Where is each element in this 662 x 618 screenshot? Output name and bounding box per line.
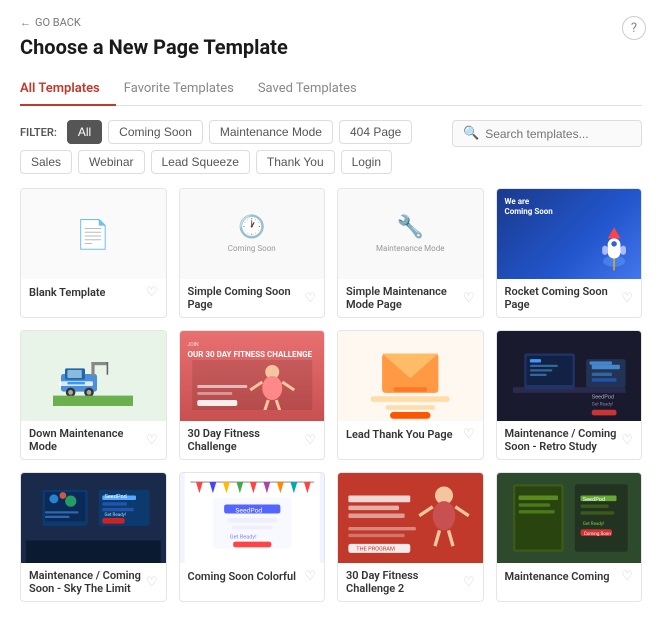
rocket-illustration xyxy=(582,220,637,275)
heart-icon-fitness[interactable]: ♡ xyxy=(304,433,316,448)
tab-favorite-templates[interactable]: Favorite Templates xyxy=(124,73,250,106)
template-card-lead-thankyou[interactable]: Lead Thank You Page ♡ xyxy=(337,330,484,460)
fitness-join-text: JOIN xyxy=(188,342,199,348)
heart-icon-rocket-coming-soon[interactable]: ♡ xyxy=(621,291,633,306)
search-icon: 🔍 xyxy=(463,126,479,141)
template-name-simple-coming-soon: Simple Coming Soon Page xyxy=(188,285,305,311)
template-thumb-blank: 📄 xyxy=(21,189,166,279)
thankyou-illustration xyxy=(338,331,483,421)
template-name-coming-colored: Coming Soon Colorful xyxy=(188,570,296,583)
template-thumb-down-maintenance xyxy=(21,331,166,421)
template-card-mc-sky[interactable]: SeedPod Get Ready! Maintenance / Coming … xyxy=(20,472,167,602)
retro-illustration: SeedPod Get Ready! xyxy=(497,331,642,421)
templates-grid: 📄 Blank Template ♡ 🕐 Coming Soon Simple … xyxy=(20,188,642,602)
heart-icon-fitness2[interactable]: ♡ xyxy=(463,575,475,590)
template-name-fitness: 30 Day Fitness Challenge xyxy=(188,427,305,453)
template-card-simple-maintenance[interactable]: 🔧 Maintenance Mode Simple Maintenance Mo… xyxy=(337,188,484,318)
filter-webinar[interactable]: Webinar xyxy=(78,150,144,174)
coming-soon-label: Coming Soon xyxy=(228,244,276,253)
filter-404[interactable]: 404 Page xyxy=(339,120,412,144)
template-name-down-maintenance: Down Maintenance Mode xyxy=(29,427,146,453)
template-thumb-lead-thankyou xyxy=(338,331,483,421)
template-name-fitness2: 30 Day Fitness Challenge 2 xyxy=(346,569,463,595)
heart-icon-mc-sky[interactable]: ♡ xyxy=(146,575,158,590)
page-title: Choose a New Page Template xyxy=(20,35,642,59)
heart-icon-lead-thankyou[interactable]: ♡ xyxy=(463,427,475,442)
colorful-coming-soon-illustration: SeedPod Get Ready! xyxy=(180,473,325,563)
template-card-blank[interactable]: 📄 Blank Template ♡ xyxy=(20,188,167,318)
template-card-down-maintenance[interactable]: Down Maintenance Mode ♡ xyxy=(20,330,167,460)
clock-icon: 🕐 xyxy=(238,215,265,240)
template-name-maintenance-retro: Maintenance / Coming Soon - Retro Study xyxy=(505,427,622,453)
svg-text:SeedPod: SeedPod xyxy=(105,494,127,500)
sky-illustration: SeedPod Get Ready! xyxy=(21,473,166,563)
down-maintenance-illustration xyxy=(53,341,133,411)
tab-saved-templates[interactable]: Saved Templates xyxy=(258,73,373,106)
filter-coming-soon[interactable]: Coming Soon xyxy=(108,120,203,144)
template-name-rocket-coming-soon: Rocket Coming Soon Page xyxy=(505,285,622,311)
filter-maintenance-mode[interactable]: Maintenance Mode xyxy=(209,120,333,144)
template-card-rocket-coming-soon[interactable]: We areComing Soon Rocket Coming Soon Pag… xyxy=(496,188,643,318)
fitness2-illustration: THE PROGRAM xyxy=(338,473,483,563)
template-thumb-maintenance-coming: SeedPod Get Ready! Coming Soon xyxy=(497,473,642,563)
go-back-arrow: ← xyxy=(20,16,31,29)
search-box: 🔍 xyxy=(452,120,642,147)
template-thumb-maintenance-retro: SeedPod Get Ready! xyxy=(497,331,642,421)
heart-icon-down-maintenance[interactable]: ♡ xyxy=(146,433,158,448)
svg-text:Get Ready!: Get Ready! xyxy=(105,512,126,518)
tab-all-templates[interactable]: All Templates xyxy=(20,73,116,106)
go-back-button[interactable]: ← GO BACK xyxy=(20,16,642,29)
maintenance-coming-illustration: SeedPod Get Ready! Coming Soon xyxy=(497,473,642,563)
help-button[interactable]: ? xyxy=(622,16,646,40)
template-card-fitness2[interactable]: THE PROGRAM 30 Day Fitness Challenge 2 ♡ xyxy=(337,472,484,602)
template-name-lead-thankyou: Lead Thank You Page xyxy=(346,428,453,441)
tabs-container: All Templates Favorite Templates Saved T… xyxy=(20,73,642,106)
template-thumb-simple-maintenance: 🔧 Maintenance Mode xyxy=(338,189,483,279)
svg-text:Get Ready!: Get Ready! xyxy=(582,521,603,527)
template-thumb-rocket-coming-soon: We areComing Soon xyxy=(497,189,642,279)
filter-lead-squeeze[interactable]: Lead Squeeze xyxy=(151,150,250,174)
go-back-label: GO BACK xyxy=(35,16,81,29)
template-card-maintenance-coming[interactable]: SeedPod Get Ready! Coming Soon Maintenan… xyxy=(496,472,643,602)
template-name-blank: Blank Template xyxy=(29,286,105,299)
svg-text:Get Ready!: Get Ready! xyxy=(229,534,256,540)
filter-thank-you[interactable]: Thank You xyxy=(256,150,335,174)
heart-icon-blank[interactable]: ♡ xyxy=(146,285,158,300)
template-thumb-mc-sky: SeedPod Get Ready! xyxy=(21,473,166,563)
template-name-mc-sky: Maintenance / Coming Soon - Sky The Limi… xyxy=(29,569,146,595)
template-thumb-simple-coming-soon: 🕐 Coming Soon xyxy=(180,189,325,279)
heart-icon-maintenance-retro[interactable]: ♡ xyxy=(621,433,633,448)
heart-icon-simple-coming-soon[interactable]: ♡ xyxy=(304,291,316,306)
filter-login[interactable]: Login xyxy=(341,150,392,174)
blank-file-icon: 📄 xyxy=(76,218,111,251)
heart-icon-simple-maintenance[interactable]: ♡ xyxy=(463,291,475,306)
filter-sales[interactable]: Sales xyxy=(20,150,72,174)
fitness-illustration xyxy=(188,360,317,410)
template-card-fitness[interactable]: JOIN OUR 30 DAY FITNESS CHALLENGE xyxy=(179,330,326,460)
template-card-maintenance-retro[interactable]: SeedPod Get Ready! Maintenance / Coming … xyxy=(496,330,643,460)
fitness-challenge-text: OUR 30 DAY FITNESS CHALLENGE xyxy=(188,350,313,360)
svg-text:SeedPod: SeedPod xyxy=(582,497,604,503)
filter-search-row: FILTER: All Coming Soon Maintenance Mode… xyxy=(20,120,642,174)
template-thumb-coming-colored: SeedPod Get Ready! xyxy=(180,473,325,563)
search-input[interactable] xyxy=(485,127,631,141)
svg-text:SeedPod: SeedPod xyxy=(591,395,613,401)
maintenance-mode-label: Maintenance Mode xyxy=(376,244,444,253)
svg-text:Get Ready!: Get Ready! xyxy=(591,401,612,407)
filter-all[interactable]: All xyxy=(67,120,102,144)
heart-icon-coming-colored[interactable]: ♡ xyxy=(304,569,316,584)
svg-text:Coming Soon: Coming Soon xyxy=(583,531,610,537)
template-thumb-fitness: JOIN OUR 30 DAY FITNESS CHALLENGE xyxy=(180,331,325,421)
template-name-maintenance-coming: Maintenance Coming xyxy=(505,570,610,583)
template-card-coming-colored[interactable]: SeedPod Get Ready! Coming Soon Colorful … xyxy=(179,472,326,602)
svg-text:SeedPod: SeedPod xyxy=(235,506,262,514)
template-thumb-fitness2: THE PROGRAM xyxy=(338,473,483,563)
template-name-simple-maintenance: Simple Maintenance Mode Page xyxy=(346,285,463,311)
template-card-simple-coming-soon[interactable]: 🕐 Coming Soon Simple Coming Soon Page ♡ xyxy=(179,188,326,318)
wrench-icon: 🔧 xyxy=(397,215,424,240)
heart-icon-maintenance-coming[interactable]: ♡ xyxy=(621,569,633,584)
filter-area: FILTER: All Coming Soon Maintenance Mode… xyxy=(20,120,420,174)
filter-label: FILTER: xyxy=(20,126,57,139)
